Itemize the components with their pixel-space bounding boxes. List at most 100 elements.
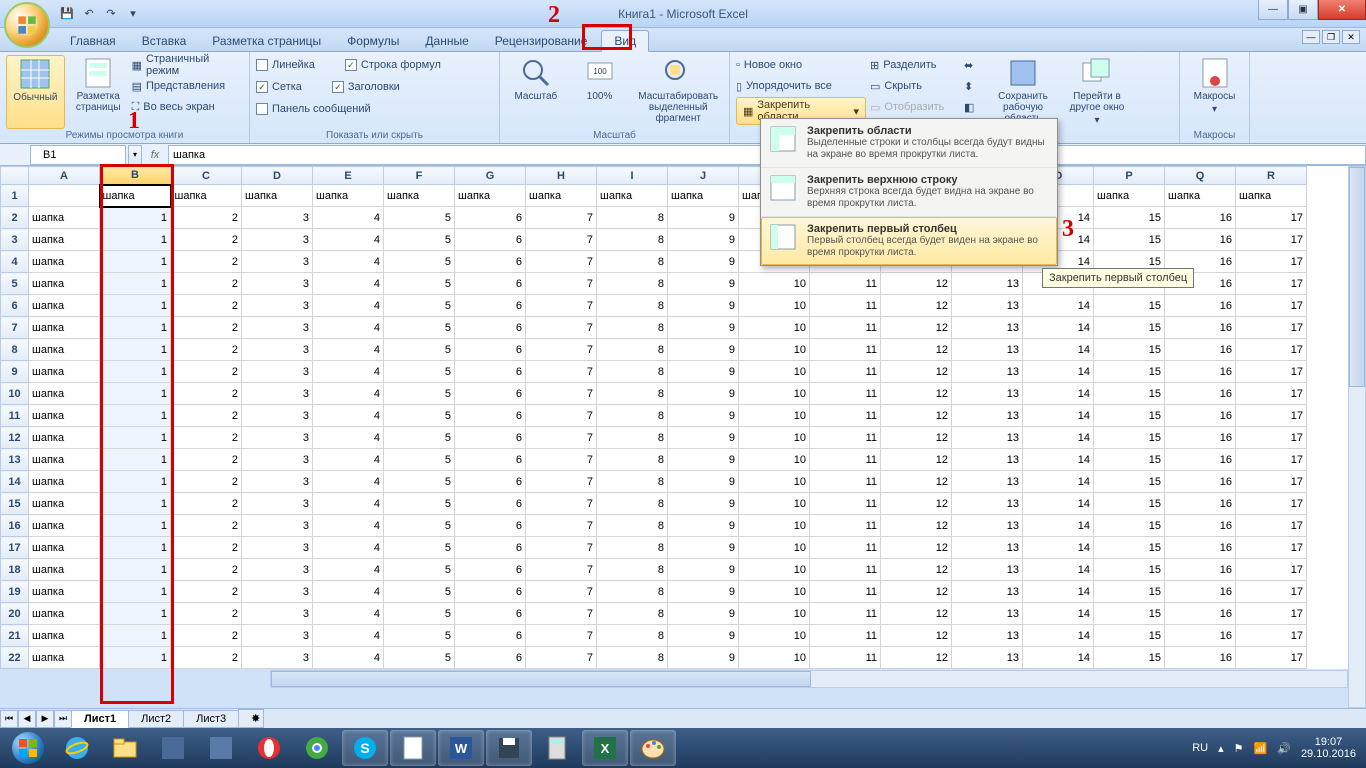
zoom-selection-button[interactable]: Масштабировать выделенный фрагмент bbox=[633, 55, 723, 129]
cell[interactable]: 12 bbox=[881, 427, 952, 449]
page-break-preview[interactable]: ▦Страничный режим bbox=[132, 55, 243, 75]
cell[interactable]: 7 bbox=[526, 361, 597, 383]
cell[interactable]: 16 bbox=[1165, 647, 1236, 669]
horizontal-scrollbar[interactable] bbox=[270, 670, 1348, 688]
cell[interactable]: 12 bbox=[881, 471, 952, 493]
row-header[interactable]: 4 bbox=[1, 251, 29, 273]
cell[interactable]: 7 bbox=[526, 405, 597, 427]
cell[interactable]: 9 bbox=[668, 625, 739, 647]
cell[interactable]: 4 bbox=[313, 339, 384, 361]
cell[interactable]: 3 bbox=[242, 317, 313, 339]
cell[interactable]: 16 bbox=[1165, 581, 1236, 603]
cell[interactable]: 12 bbox=[881, 559, 952, 581]
ruler-checkbox[interactable]: Линейка bbox=[256, 55, 315, 75]
cell[interactable]: 4 bbox=[313, 361, 384, 383]
cell[interactable]: 8 bbox=[597, 559, 668, 581]
cell[interactable]: 1 bbox=[100, 537, 171, 559]
cell[interactable]: 15 bbox=[1094, 295, 1165, 317]
cell[interactable]: 2 bbox=[171, 581, 242, 603]
cell[interactable]: 4 bbox=[313, 405, 384, 427]
select-all-corner[interactable] bbox=[1, 167, 29, 185]
cell[interactable]: 16 bbox=[1165, 559, 1236, 581]
cell[interactable]: 1 bbox=[100, 207, 171, 229]
row-header[interactable]: 8 bbox=[1, 339, 29, 361]
cell[interactable]: 10 bbox=[739, 515, 810, 537]
cell[interactable]: 2 bbox=[171, 449, 242, 471]
cell[interactable]: 3 bbox=[242, 427, 313, 449]
cell[interactable]: 5 bbox=[384, 251, 455, 273]
cell[interactable]: 9 bbox=[668, 317, 739, 339]
cell[interactable]: 6 bbox=[455, 273, 526, 295]
taskbar-app1[interactable] bbox=[150, 730, 196, 766]
cell[interactable]: 5 bbox=[384, 515, 455, 537]
cell[interactable]: 12 bbox=[881, 647, 952, 669]
cell[interactable]: 10 bbox=[739, 647, 810, 669]
cell[interactable]: 8 bbox=[597, 383, 668, 405]
cell[interactable]: шапка bbox=[29, 251, 100, 273]
cell[interactable]: 4 bbox=[313, 383, 384, 405]
cell[interactable]: шапка bbox=[29, 647, 100, 669]
tab-page-layout[interactable]: Разметка страницы bbox=[200, 31, 333, 51]
tab-view[interactable]: Вид bbox=[601, 30, 649, 52]
cell[interactable]: 4 bbox=[313, 317, 384, 339]
tray-chevron-icon[interactable]: ▴ bbox=[1218, 742, 1224, 755]
cell[interactable]: 7 bbox=[526, 603, 597, 625]
cell[interactable]: 17 bbox=[1236, 559, 1307, 581]
cell[interactable]: 2 bbox=[171, 295, 242, 317]
cell[interactable]: 4 bbox=[313, 559, 384, 581]
column-header[interactable]: F bbox=[384, 167, 455, 185]
cell[interactable]: 10 bbox=[739, 449, 810, 471]
cell[interactable]: 6 bbox=[455, 427, 526, 449]
cell[interactable]: шапка bbox=[100, 185, 171, 207]
cell[interactable]: 5 bbox=[384, 603, 455, 625]
cell[interactable]: шапка bbox=[29, 295, 100, 317]
cell[interactable]: 11 bbox=[810, 339, 881, 361]
cell[interactable]: 7 bbox=[526, 383, 597, 405]
cell[interactable]: 9 bbox=[668, 251, 739, 273]
cell[interactable]: 2 bbox=[171, 603, 242, 625]
cell[interactable]: 16 bbox=[1165, 317, 1236, 339]
cell[interactable]: 13 bbox=[952, 317, 1023, 339]
zoom-100-button[interactable]: 100100% bbox=[570, 55, 630, 129]
cell[interactable]: 10 bbox=[739, 317, 810, 339]
cell[interactable]: 3 bbox=[242, 449, 313, 471]
cell[interactable]: 5 bbox=[384, 361, 455, 383]
cell[interactable]: 9 bbox=[668, 295, 739, 317]
undo-icon[interactable]: ↶ bbox=[80, 5, 98, 23]
mdi-close[interactable]: ✕ bbox=[1342, 30, 1360, 44]
cell[interactable]: 8 bbox=[597, 581, 668, 603]
cell[interactable]: 10 bbox=[739, 559, 810, 581]
tab-review[interactable]: Рецензирование bbox=[483, 31, 600, 51]
sheet-nav-next[interactable]: ▶ bbox=[36, 710, 54, 728]
view-page-layout-button[interactable]: Разметка страницы bbox=[69, 55, 128, 129]
cell[interactable]: 17 bbox=[1236, 427, 1307, 449]
custom-views[interactable]: ▤Представления bbox=[132, 76, 243, 96]
cell[interactable]: 12 bbox=[881, 537, 952, 559]
cell[interactable]: 7 bbox=[526, 339, 597, 361]
cell[interactable]: 7 bbox=[526, 515, 597, 537]
cell[interactable]: 1 bbox=[100, 383, 171, 405]
cell[interactable]: 2 bbox=[171, 339, 242, 361]
cell[interactable]: 8 bbox=[597, 339, 668, 361]
cell[interactable]: 6 bbox=[455, 515, 526, 537]
cell[interactable]: 9 bbox=[668, 405, 739, 427]
cell[interactable]: 14 bbox=[1023, 295, 1094, 317]
office-button[interactable] bbox=[4, 2, 50, 48]
cell[interactable]: 8 bbox=[597, 537, 668, 559]
column-header[interactable]: C bbox=[171, 167, 242, 185]
cell[interactable]: 16 bbox=[1165, 339, 1236, 361]
cell[interactable]: 7 bbox=[526, 537, 597, 559]
cell[interactable]: шапка bbox=[29, 603, 100, 625]
cell[interactable]: 7 bbox=[526, 449, 597, 471]
cell[interactable]: 12 bbox=[881, 295, 952, 317]
cell[interactable]: 1 bbox=[100, 339, 171, 361]
cell[interactable]: 14 bbox=[1023, 537, 1094, 559]
cell[interactable]: 10 bbox=[739, 471, 810, 493]
cell[interactable]: 15 bbox=[1094, 537, 1165, 559]
column-header[interactable]: G bbox=[455, 167, 526, 185]
cell[interactable]: 1 bbox=[100, 427, 171, 449]
cell[interactable]: 13 bbox=[952, 405, 1023, 427]
cell[interactable]: шапка bbox=[29, 207, 100, 229]
cell[interactable]: 12 bbox=[881, 581, 952, 603]
cell[interactable]: 17 bbox=[1236, 229, 1307, 251]
